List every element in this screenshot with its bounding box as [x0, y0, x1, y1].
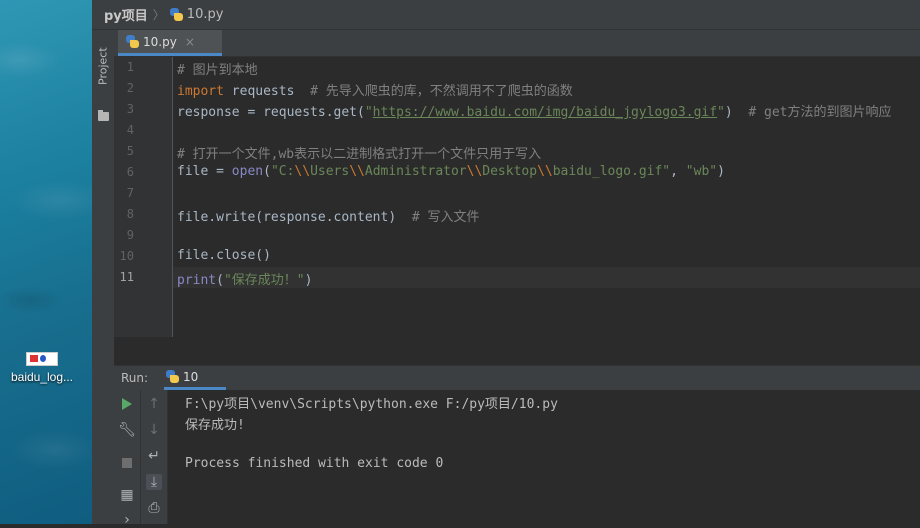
python-run-config-icon	[166, 370, 179, 383]
code-token: response = requests.get(	[177, 105, 365, 120]
code-token: open	[231, 164, 264, 179]
run-toolbar-primary: 🔧︎ ▦ ›	[114, 390, 141, 528]
code-token: file.write(response.content)	[177, 210, 412, 225]
code-token: "wb"	[685, 164, 718, 179]
chevron-right-icon[interactable]: ›	[119, 512, 135, 528]
breadcrumb-project[interactable]: py项目	[104, 5, 148, 24]
wrench-icon[interactable]: 🔧︎	[118, 422, 136, 438]
desktop-file-label: baidu_log...	[10, 370, 74, 384]
ide-window: py项目 〉 10.py Project 10.py × 1 2 3 4 5 6 7 8 9 10…	[92, 0, 920, 528]
navigation-bar: py项目 〉 10.py	[92, 0, 920, 30]
line-number: 7	[126, 186, 134, 200]
print-icon[interactable]: ⎙	[146, 500, 162, 516]
code-editor[interactable]: 1 2 3 4 5 6 7 8 9 10 11 # 图片到本地 import requests # 先…	[114, 57, 920, 337]
code-token: Desktop	[482, 164, 538, 179]
editor-tab-bar: 10.py ×	[114, 30, 920, 57]
code-token: # 先导入爬虫的库，不然调用不了爬虫的函数	[310, 84, 573, 99]
code-token: Users	[310, 164, 350, 179]
soft-wrap-icon[interactable]: ↵	[146, 448, 162, 464]
down-arrow-icon[interactable]: ↓	[146, 422, 162, 438]
line-number: 11	[119, 270, 134, 284]
desktop-file-icon[interactable]: baidu_log...	[4, 350, 80, 384]
code-token: requests	[223, 84, 311, 99]
code-line[interactable]: import requests # 先导入爬虫的库，不然调用不了爬虫的函数	[177, 80, 573, 99]
console-output-line: Process finished with exit code 0	[185, 456, 444, 471]
code-token: (	[216, 273, 224, 288]
code-token: )	[304, 273, 313, 288]
editor-tab-10py[interactable]: 10.py ×	[118, 30, 222, 56]
code-token: # 写入文件	[411, 210, 480, 225]
code-line[interactable]: print("保存成功！")	[177, 269, 312, 288]
stop-icon[interactable]	[119, 455, 135, 471]
line-number-gutter: 1 2 3 4 5 6 7 8 9 10 11	[114, 57, 173, 337]
run-tool-header: Run: 10	[114, 365, 920, 391]
code-token: )	[717, 164, 725, 179]
code-token: file =	[177, 164, 232, 179]
code-token: file.close()	[177, 248, 271, 263]
code-line[interactable]: # 图片到本地	[177, 59, 258, 78]
close-icon[interactable]: ×	[185, 35, 195, 49]
folder-icon[interactable]	[98, 110, 109, 121]
code-token: ,	[670, 164, 686, 179]
desktop-background: baidu_log...	[0, 0, 92, 524]
line-number: 8	[126, 207, 134, 221]
code-line[interactable]: response = requests.get("https://www.bai…	[177, 101, 892, 120]
code-token: import	[177, 84, 224, 99]
code-token: # 打开一个文件,wb表示以二进制格式打开一个文件只用于写入	[177, 147, 542, 162]
code-token: baidu_logo.gif"	[552, 164, 671, 179]
line-number: 3	[126, 102, 134, 116]
layout-icon[interactable]: ▦	[119, 487, 135, 503]
code-token: )	[724, 105, 749, 120]
line-number: 10	[119, 249, 134, 263]
console-output-line: 保存成功!	[185, 418, 245, 433]
code-token: # get方法的到图片响应	[748, 105, 892, 120]
line-number: 6	[126, 165, 134, 179]
run-label: Run:	[121, 371, 149, 385]
code-line[interactable]: # 打开一个文件,wb表示以二进制格式打开一个文件只用于写入	[177, 143, 541, 162]
run-tab-label: 10	[183, 369, 199, 384]
editor-empty-area	[114, 337, 920, 365]
up-arrow-icon[interactable]: ↑	[146, 396, 162, 412]
breadcrumb-file[interactable]: 10.py	[187, 7, 224, 22]
line-number: 9	[126, 228, 134, 242]
run-console: 🔧︎ ▦ › ↑ ↓ ↵ ⤓ ⎙ F:\py项目\venv\Scripts\py…	[114, 390, 920, 528]
line-number: 1	[126, 60, 134, 74]
line-number: 5	[126, 144, 134, 158]
code-token: "	[364, 105, 373, 120]
code-token: \\	[349, 164, 365, 179]
rerun-icon[interactable]	[119, 396, 135, 412]
scroll-to-end-icon[interactable]: ⤓	[146, 474, 162, 490]
code-token: (	[263, 164, 271, 179]
code-line[interactable]: file = open("C:\\Users\\Administrator\\D…	[177, 164, 725, 179]
breadcrumb-separator: 〉	[152, 8, 165, 22]
code-token: Administrator	[364, 164, 467, 179]
code-token: \\	[537, 164, 553, 179]
code-token: "C:	[270, 164, 295, 179]
console-output-line: F:\py项目\venv\Scripts\python.exe F:/py项目/…	[185, 397, 558, 412]
tab-label: 10.py	[143, 34, 177, 49]
python-file-icon	[169, 8, 183, 21]
code-token: "保存成功！"	[223, 273, 305, 288]
run-tab-10[interactable]: 10	[164, 366, 226, 390]
code-token: \\	[294, 164, 311, 179]
code-token: print	[177, 273, 217, 288]
code-token: "	[717, 105, 725, 120]
code-token: \\	[466, 164, 483, 179]
code-line[interactable]: file.close()	[177, 248, 271, 263]
code-token: # 图片到本地	[177, 63, 258, 78]
code-token: https://www.baidu.com/img/baidu_jgylogo3…	[372, 105, 718, 120]
project-tool-tab[interactable]: Project	[95, 38, 111, 94]
line-number: 4	[126, 123, 134, 137]
code-line[interactable]: file.write(response.content) # 写入文件	[177, 206, 479, 225]
run-toolbar-secondary: ↑ ↓ ↵ ⤓ ⎙	[141, 390, 168, 524]
image-thumbnail-icon	[26, 352, 58, 366]
left-tool-strip: Project	[92, 30, 115, 524]
python-file-icon	[126, 35, 139, 48]
line-number: 2	[126, 81, 134, 95]
